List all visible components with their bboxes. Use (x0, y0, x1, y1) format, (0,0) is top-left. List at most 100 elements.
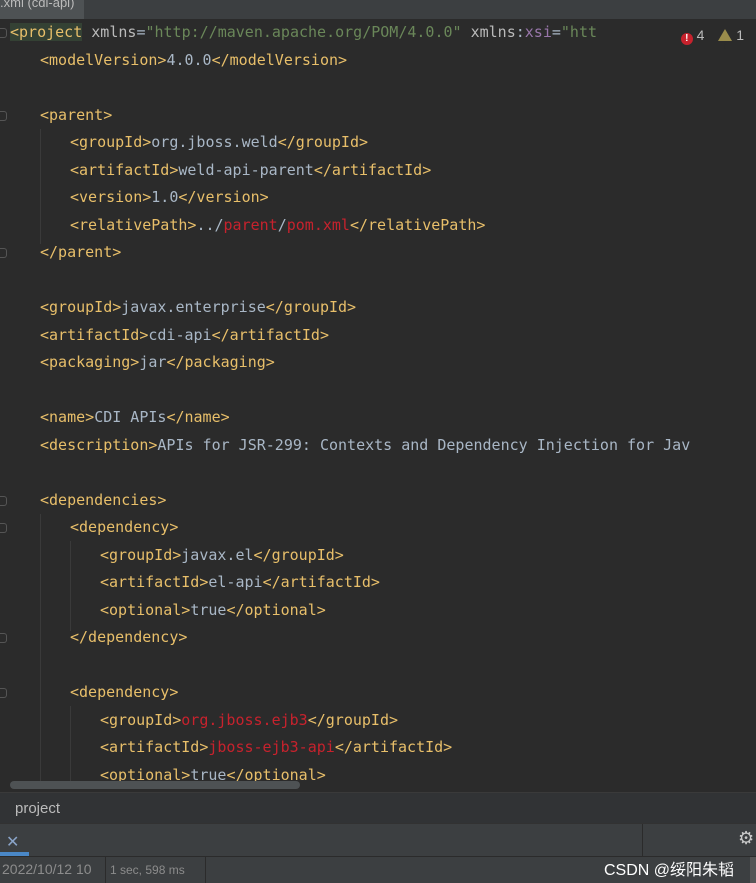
indent-guide (70, 706, 71, 786)
xml-text: APIs for JSR-299: Contexts and Dependenc… (157, 435, 691, 454)
xml-tag: </groupId> (265, 298, 357, 316)
code-line: <groupId>org.jboss.ejb3</groupId> (100, 707, 398, 735)
code-line: <version>1.0</version> (70, 184, 269, 212)
xml-tag: <artifactId> (70, 160, 179, 179)
xml-tag: </groupId> (253, 545, 344, 564)
warning-icon: ! (718, 29, 733, 51)
code-line: <artifactId>jboss-ejb3-api</artifactId> (100, 734, 452, 762)
gear-icon[interactable]: ⚙ (738, 828, 754, 849)
code-line: <description>APIs for JSR-299: Contexts … (40, 432, 690, 460)
code-line: <groupId>javax.enterprise</groupId> (40, 294, 356, 322)
code-line: <artifactId>cdi-api</artifactId> (40, 322, 329, 350)
xml-text: javax.enterprise (121, 298, 266, 316)
code-line: <modelVersion>4.0.0</modelVersion> (40, 47, 347, 75)
xml-text: CDI APIs (94, 408, 167, 426)
code-line: <optional>true</optional> (100, 597, 326, 625)
xml-tag: <artifactId> (100, 573, 209, 591)
vertical-scrollbar[interactable] (750, 857, 756, 883)
code-line: <dependency> (70, 514, 178, 542)
xml-tag: </artifactId> (262, 573, 380, 591)
fold-marker[interactable] (0, 111, 7, 121)
code-line: <dependencies> (40, 487, 166, 515)
xml-text: cdi-api (148, 325, 212, 344)
xml-tag: </name> (166, 408, 230, 426)
close-icon[interactable]: ✕ (6, 832, 19, 851)
xml-tag: <dependency> (70, 683, 179, 701)
xml-tag: </packaging> (166, 353, 275, 371)
xml-tag: <optional> (100, 600, 191, 619)
xml-value: "http://maven.apache.org/POM/4.0.0" (145, 23, 462, 41)
xml-tag: </groupId> (307, 710, 399, 729)
fold-marker[interactable] (0, 633, 7, 643)
xml-tag: </artifactId> (334, 738, 453, 756)
code-line: <relativePath>../parent/pom.xml</relativ… (70, 212, 485, 240)
file-tab-label: .xml (cdi-api) (0, 0, 75, 10)
xml-text: el-api (208, 573, 263, 591)
xml-attr: xmlns (82, 23, 137, 41)
xml-text: weld-api-parent (178, 160, 314, 179)
xml-tag: <relativePath> (70, 215, 197, 234)
xml-tag: <parent> (40, 105, 113, 124)
code-line: </dependency> (70, 624, 187, 652)
inspection-widget[interactable]: ! 4 ! 1 (672, 19, 756, 51)
xml-tag: <name> (40, 408, 95, 426)
indent-guide (40, 514, 41, 784)
code-line: <artifactId>weld-api-parent</artifactId> (70, 157, 431, 185)
xml-tag: <groupId> (100, 710, 182, 729)
xml-tag: </optional> (226, 600, 326, 619)
xml-text: org.jboss.weld (151, 133, 278, 151)
xml-tag: <description> (40, 435, 158, 454)
xml-value: "htt (560, 23, 598, 41)
code-line: </parent> (40, 239, 121, 267)
xml-tag: <artifactId> (40, 325, 149, 344)
xml-text: ../ (196, 215, 224, 234)
xml-tag: </parent> (40, 243, 122, 261)
xml-tag: <groupId> (70, 133, 152, 151)
xml-eq: = (551, 23, 561, 41)
xml-tag: <groupId> (40, 298, 122, 316)
code-line: <groupId>org.jboss.weld</groupId> (70, 129, 368, 157)
tool-window-header: ✕ ⚙ (0, 823, 756, 857)
xml-tag: </artifactId> (313, 160, 432, 179)
code-line: <packaging>jar</packaging> (40, 349, 275, 377)
fold-marker[interactable] (0, 28, 7, 38)
status-divider (105, 857, 106, 883)
horizontal-scrollbar[interactable] (10, 781, 300, 789)
breadcrumb-item-project[interactable]: project (15, 800, 60, 817)
unresolved-path: pom.xml (286, 215, 350, 234)
xml-tag: <modelVersion> (40, 50, 167, 69)
panel-divider (642, 824, 643, 857)
xml-tag: </artifactId> (211, 325, 329, 344)
xml-tag: <groupId> (100, 545, 182, 564)
xml-tag: </modelVersion> (211, 50, 348, 69)
xml-text: 4.0.0 (166, 50, 212, 69)
fold-marker[interactable] (0, 496, 7, 506)
fold-marker[interactable] (0, 248, 7, 258)
build-timestamp: 2022/10/12 10 (2, 861, 92, 877)
fold-marker[interactable] (0, 688, 7, 698)
warning-count: 1 (736, 27, 744, 43)
code-line: <groupId>javax.el</groupId> (100, 542, 344, 570)
code-line: <dependency> (70, 679, 178, 707)
editor-tab-bar: .xml (cdi-api) (0, 0, 756, 19)
xml-tag: </groupId> (277, 133, 369, 151)
xml-text: jar (139, 353, 167, 371)
unresolved-dependency: jboss-ejb3-api (208, 738, 335, 756)
xml-tag: <packaging> (40, 353, 140, 371)
code-line: <name>CDI APIs</name> (40, 404, 230, 432)
fold-marker[interactable] (0, 523, 7, 533)
xml-tag: <version> (70, 188, 152, 206)
unresolved-path: parent (223, 215, 278, 234)
code-editor[interactable]: <project xmlns = "http://maven.apache.org/… (0, 19, 756, 792)
watermark: CSDN @绥阳朱韬 (604, 862, 735, 879)
xml-tag: </relativePath> (349, 215, 486, 234)
file-tab[interactable]: .xml (cdi-api) (0, 0, 85, 19)
error-icon: ! (680, 33, 693, 45)
xml-text: true (190, 600, 227, 619)
xml-tag: <dependency> (70, 518, 179, 536)
indent-guide (70, 541, 71, 631)
indent-guide (40, 129, 41, 244)
xml-tag: <project (10, 23, 83, 41)
xml-text: / (277, 215, 287, 234)
error-count: 4 (696, 27, 705, 43)
